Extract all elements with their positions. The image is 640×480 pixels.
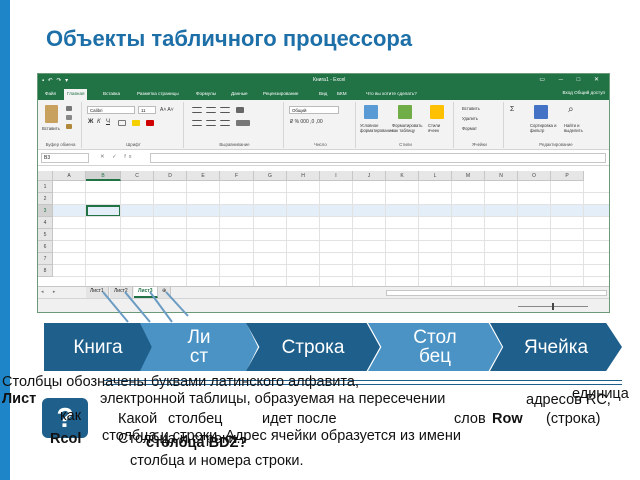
chevron-label: Строка	[281, 336, 345, 358]
process-chevrons: Книга Лист Строка Столбец Ячейка	[44, 323, 624, 371]
chevron-label: Лист	[187, 327, 211, 367]
text-line: слов	[454, 411, 486, 427]
chevron-cell: Ячейка	[490, 323, 622, 371]
text-line: адресов RC,	[526, 392, 611, 408]
chevron-label: Книга	[73, 336, 123, 358]
text-line: Столбцы обозначены буквами латинского ал…	[2, 374, 359, 390]
text-line: столбца и номера строки.	[130, 453, 304, 469]
chevron-column: Столбец	[368, 323, 502, 371]
text-line: столбца и строки. Адрес ячейки образуетс…	[102, 428, 461, 444]
arrow-line	[165, 291, 189, 317]
chevron-label: Столбец	[413, 327, 457, 367]
chevron-sheet: Лист	[140, 323, 258, 371]
arrow-line	[149, 291, 173, 323]
arrow-line	[124, 291, 151, 323]
text-line: Rcol	[50, 431, 82, 447]
chevron-label: Ячейка	[523, 336, 589, 358]
text-line: Row	[492, 411, 523, 427]
text-line: идет после	[262, 411, 337, 427]
text-line: электронной таблицы, образуемая на перес…	[100, 391, 446, 407]
text-line: Какой	[118, 411, 158, 427]
text-line: (строка)	[546, 411, 601, 427]
text-line: как	[60, 408, 82, 424]
arrow-line	[102, 291, 129, 323]
text-line: столбец	[168, 411, 223, 427]
chevron-book: Книга	[44, 323, 152, 371]
text-line: Лист	[2, 391, 37, 407]
chevron-row: Строка	[246, 323, 380, 371]
